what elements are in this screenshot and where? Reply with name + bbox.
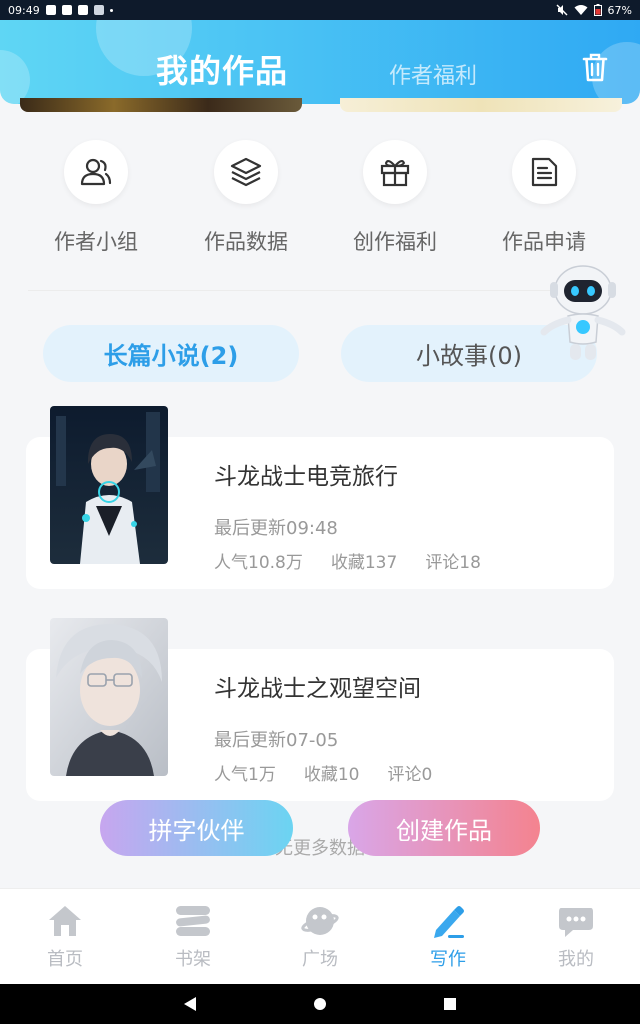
app-notification-icon xyxy=(77,5,88,15)
home-icon xyxy=(45,903,85,939)
work-cover[interactable] xyxy=(50,618,168,776)
nav-item-writing[interactable]: 写作 xyxy=(384,903,512,971)
work-popularity: 人气10.8万 xyxy=(214,553,303,573)
work-last-update: 最后更新09:48 xyxy=(214,518,338,539)
gift-icon xyxy=(363,140,427,204)
work-favorites: 收藏10 xyxy=(303,765,360,785)
system-nav-bar xyxy=(0,984,640,1024)
status-time: 09:49 xyxy=(8,3,40,17)
nav-item-label: 书架 xyxy=(175,949,211,970)
nav-item-label: 写作 xyxy=(430,949,466,970)
status-bar: 09:49 67% xyxy=(0,0,640,20)
image-notification-icon xyxy=(45,5,56,15)
quick-menu: 作者小组 作品数据 创作福利 作品申请 xyxy=(0,140,640,270)
work-stats: 人气10.8万 收藏137 评论18 xyxy=(214,548,481,573)
work-popularity: 人气1万 xyxy=(214,765,276,785)
robot-assistant-icon[interactable] xyxy=(538,262,628,366)
more-notifications-icon xyxy=(109,8,113,12)
no-more-data-text: 无更多数据 xyxy=(275,838,365,859)
home-button-icon[interactable] xyxy=(314,998,326,1010)
nav-item-label: 我的 xyxy=(558,949,594,970)
work-comments: 评论18 xyxy=(425,553,481,573)
wifi-icon xyxy=(574,5,588,15)
quick-item-label: 创作福利 xyxy=(353,230,437,254)
work-last-update: 最后更新07-05 xyxy=(214,730,339,751)
tab-author-welfare[interactable]: 作者福利 xyxy=(389,58,477,90)
work-title: 斗龙战士电竞旅行 xyxy=(214,464,398,490)
pen-icon xyxy=(428,903,468,939)
nav-item-mine[interactable]: 我的 xyxy=(512,903,640,971)
back-icon[interactable] xyxy=(184,997,196,1011)
recent-apps-icon[interactable] xyxy=(444,998,456,1010)
mute-icon xyxy=(556,4,568,16)
quick-item-label: 作品数据 xyxy=(204,230,288,254)
create-work-button[interactable]: 创建作品 xyxy=(348,800,540,856)
banner-image-right[interactable] xyxy=(340,98,622,112)
bookshelf-icon xyxy=(173,903,213,939)
battery-level: 67% xyxy=(607,3,632,17)
work-comments: 评论0 xyxy=(387,765,433,785)
quick-item-creation-welfare[interactable]: 创作福利 xyxy=(325,140,465,256)
header: 我的作品 作者福利 xyxy=(0,20,640,104)
planet-icon xyxy=(300,903,340,939)
header-decoration xyxy=(0,50,30,104)
divider xyxy=(28,290,612,291)
nav-item-label: 首页 xyxy=(47,949,83,970)
word-partner-button[interactable]: 拼字伙伴 xyxy=(100,800,293,856)
quick-item-label: 作者小组 xyxy=(54,230,138,254)
quick-item-author-group[interactable]: 作者小组 xyxy=(26,140,166,256)
work-favorites: 收藏137 xyxy=(330,553,398,573)
app-notification-icon xyxy=(93,5,104,15)
quick-item-label: 作品申请 xyxy=(502,230,586,254)
work-stats: 人气1万 收藏10 评论0 xyxy=(214,760,432,785)
chat-bubble-icon xyxy=(556,903,596,939)
nav-item-bookshelf[interactable]: 书架 xyxy=(129,903,257,971)
tab-long-novel[interactable]: 长篇小说(2) xyxy=(43,325,299,382)
bottom-nav: 首页 书架 广场 写作 我的 xyxy=(0,888,640,984)
work-cover[interactable] xyxy=(50,406,168,564)
banner-image-left[interactable] xyxy=(20,98,302,112)
author-group-icon xyxy=(64,140,128,204)
layers-icon xyxy=(214,140,278,204)
quick-item-work-data[interactable]: 作品数据 xyxy=(176,140,316,256)
quick-item-work-application[interactable]: 作品申请 xyxy=(474,140,614,256)
document-icon xyxy=(512,140,576,204)
battery-icon xyxy=(593,4,602,16)
app-notification-icon xyxy=(61,5,72,15)
nav-item-square[interactable]: 广场 xyxy=(256,903,384,971)
work-title: 斗龙战士之观望空间 xyxy=(214,676,421,702)
nav-item-home[interactable]: 首页 xyxy=(1,903,129,971)
nav-item-label: 广场 xyxy=(302,949,338,970)
trash-icon[interactable] xyxy=(578,50,612,84)
tab-my-works[interactable]: 我的作品 xyxy=(156,46,288,92)
